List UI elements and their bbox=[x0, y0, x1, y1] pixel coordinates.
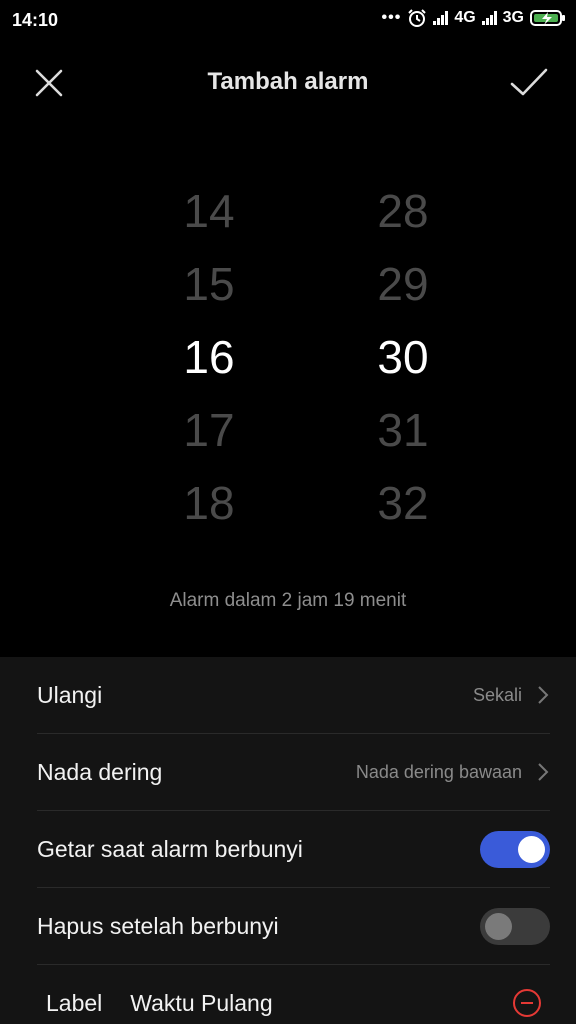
alarm-countdown-hint: Alarm dalam 2 jam 19 menit bbox=[169, 590, 407, 611]
repeat-value: Sekali bbox=[472, 684, 522, 705]
hour-picker[interactable]: 14 15 16 17 18 bbox=[139, 175, 279, 540]
hour-selected[interactable]: 16 bbox=[139, 321, 279, 394]
check-icon bbox=[510, 68, 548, 96]
minute-option[interactable]: 29 bbox=[333, 248, 473, 321]
status-bar: 14:10 ••• 4G 3G bbox=[0, 0, 576, 42]
battery-charging-icon bbox=[530, 10, 565, 26]
notification-dots: ••• bbox=[381, 9, 402, 26]
network-type-1: 4G bbox=[454, 9, 476, 26]
toggle-knob bbox=[518, 835, 545, 863]
signal-strength-icon bbox=[433, 11, 449, 25]
label-key: Label bbox=[46, 989, 103, 1016]
ringtone-value: Nada dering bawaan bbox=[355, 761, 522, 782]
delete-after-row: Hapus setelah berbunyi bbox=[37, 888, 550, 965]
hour-option[interactable]: 17 bbox=[139, 394, 279, 467]
repeat-row[interactable]: Ulangi Sekali bbox=[37, 657, 550, 734]
signal-strength-icon bbox=[481, 11, 497, 25]
chevron-right-icon bbox=[538, 763, 549, 781]
status-icons: ••• 4G 3G bbox=[382, 8, 567, 28]
chevron-right-icon bbox=[538, 686, 549, 704]
hour-option[interactable]: 14 bbox=[139, 175, 279, 248]
minute-picker[interactable]: 28 29 30 31 32 bbox=[333, 175, 473, 540]
ringtone-row[interactable]: Nada dering Nada dering bawaan bbox=[37, 734, 550, 811]
ringtone-label: Nada dering bbox=[37, 758, 163, 785]
repeat-label: Ulangi bbox=[37, 681, 103, 708]
status-time: 14:10 bbox=[12, 10, 59, 30]
alarm-clock-icon bbox=[408, 9, 427, 27]
vibrate-toggle[interactable] bbox=[480, 830, 550, 868]
label-input[interactable]: Waktu Pulang bbox=[130, 990, 512, 1017]
minute-selected[interactable]: 30 bbox=[333, 321, 473, 394]
minute-option[interactable]: 32 bbox=[333, 467, 473, 540]
vibrate-row: Getar saat alarm berbunyi bbox=[37, 811, 550, 888]
network-type-2: 3G bbox=[502, 9, 524, 26]
minute-option[interactable]: 28 bbox=[333, 175, 473, 248]
minus-circle-icon[interactable] bbox=[512, 988, 542, 1018]
hour-option[interactable]: 18 bbox=[139, 467, 279, 540]
delete-after-toggle[interactable] bbox=[480, 907, 550, 945]
confirm-button[interactable] bbox=[508, 64, 550, 102]
label-row: Label Waktu Pulang bbox=[46, 973, 542, 1024]
delete-after-label: Hapus setelah berbunyi bbox=[37, 912, 279, 939]
hour-option[interactable]: 15 bbox=[139, 248, 279, 321]
vibrate-label: Getar saat alarm berbunyi bbox=[37, 835, 303, 862]
toggle-knob bbox=[485, 912, 512, 940]
minute-option[interactable]: 31 bbox=[333, 394, 473, 467]
page-title: Tambah alarm bbox=[207, 68, 369, 95]
header: Tambah alarm bbox=[0, 50, 576, 114]
